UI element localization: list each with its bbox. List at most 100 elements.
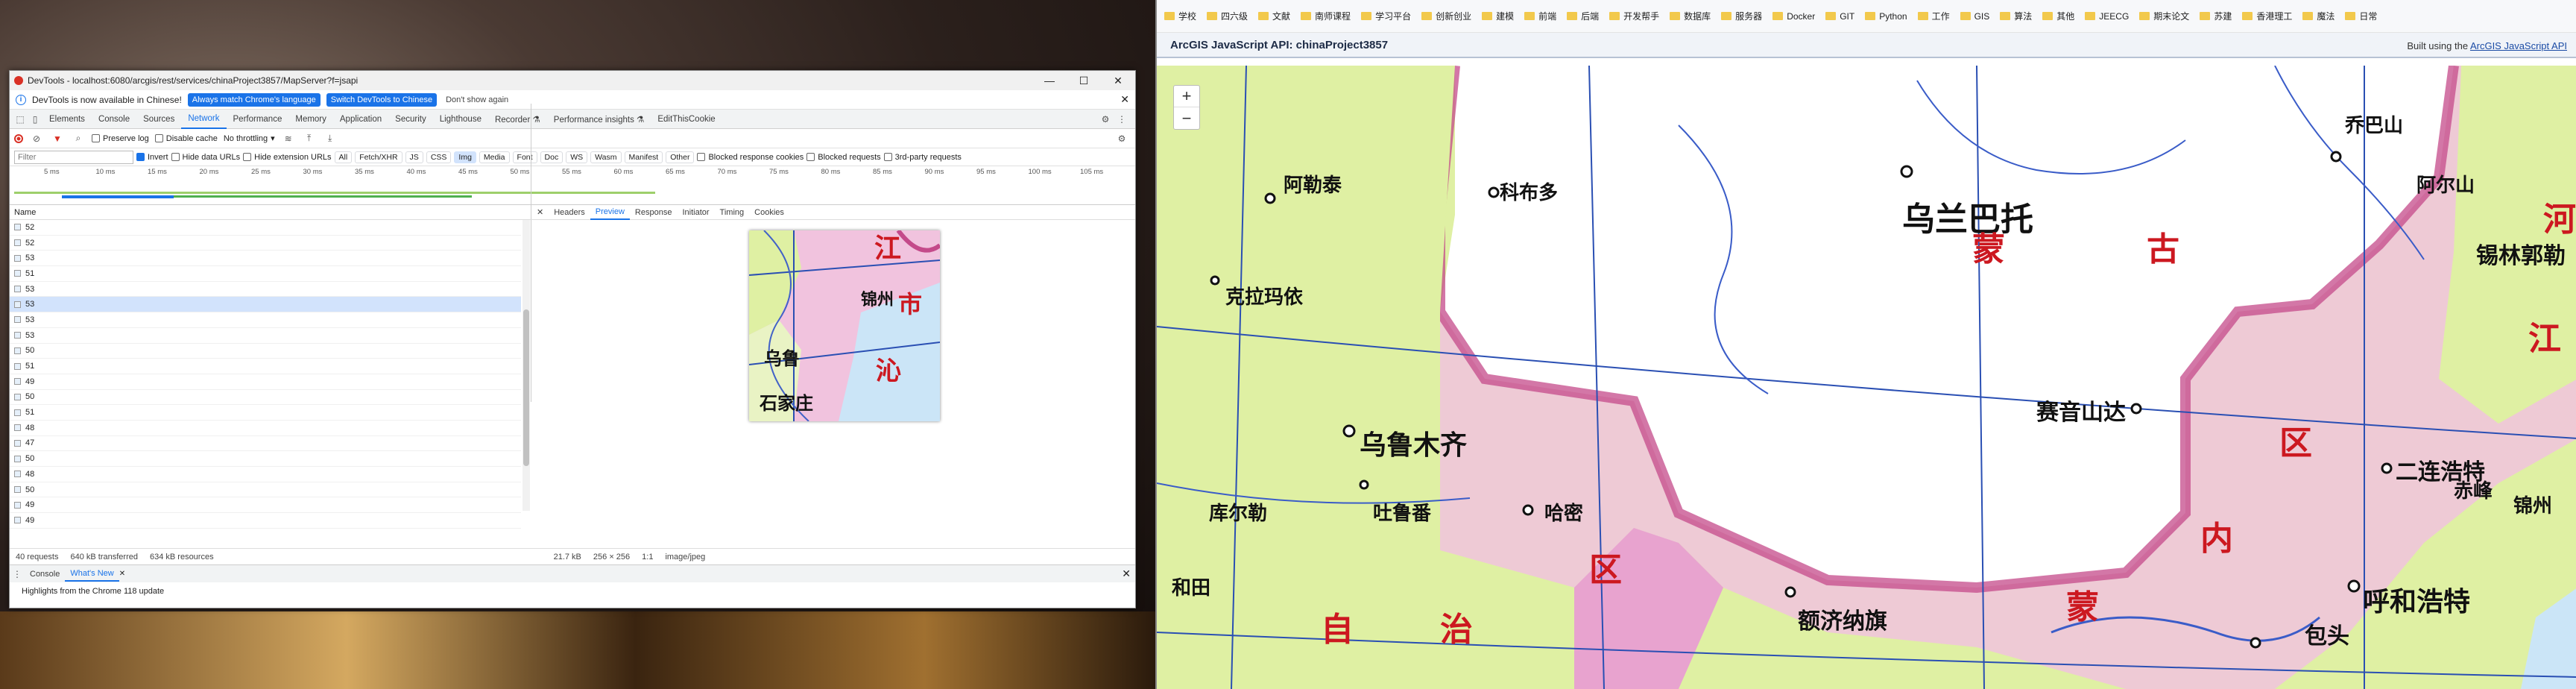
app-header: ArcGIS JavaScript API: chinaProject3857 … (1157, 33, 2576, 58)
preview-label: 沁 (876, 357, 901, 386)
detail-tab-response[interactable]: Response (630, 205, 678, 220)
request-row[interactable]: 53 (10, 297, 521, 313)
drawer-menu-icon[interactable]: ⋮ (10, 567, 25, 582)
map-label: 库尔勒 (1209, 503, 1268, 525)
request-row[interactable]: 49 (10, 513, 521, 529)
request-row[interactable]: 50 (10, 482, 521, 498)
bookmark-folder[interactable]: 期末论文 (2139, 10, 2189, 22)
bookmark-folder[interactable]: 创新创业 (1421, 10, 1471, 22)
request-row[interactable]: 48 (10, 467, 521, 482)
detail-tab-timing[interactable]: Timing (715, 205, 750, 220)
request-name: 50 (25, 454, 35, 464)
request-row[interactable]: 53 (10, 312, 521, 328)
scroll-thumb[interactable] (523, 309, 529, 466)
maximize-icon[interactable]: ☐ (1067, 71, 1101, 90)
detail-tab-preview[interactable]: Preview (590, 205, 630, 220)
detail-tab-initiator[interactable]: Initiator (677, 205, 714, 220)
image-file-icon (14, 439, 21, 447)
map-view[interactable]: 阿勒泰 科布多 乌兰巴托 乔巴山 阿尔山 克拉玛依 乌鲁木齐 吐鲁番 哈密 库尔… (1157, 66, 2576, 689)
bookmark-folder[interactable]: 四六级 (1207, 10, 1248, 22)
request-row[interactable]: 51 (10, 266, 521, 282)
bookmark-folder[interactable]: 数据库 (1670, 10, 1711, 22)
folder-icon (1609, 12, 1620, 20)
bookmark-folder[interactable]: 学校 (1164, 10, 1196, 22)
bookmark-folder[interactable]: 开发帮手 (1609, 10, 1659, 22)
bookmark-folder[interactable]: 工作 (1917, 10, 1950, 22)
close-drawer-icon[interactable]: ✕ (1122, 567, 1131, 580)
folder-icon (1164, 12, 1175, 20)
request-name: 50 (25, 485, 35, 494)
image-mime: image/jpeg (665, 552, 706, 561)
request-row[interactable]: 51 (10, 405, 521, 421)
folder-icon (1772, 12, 1784, 20)
zoom-control: + − (1173, 85, 1200, 130)
zoom-out-button[interactable]: − (1174, 107, 1199, 129)
bookmark-folder[interactable]: 苏建 (2200, 10, 2232, 22)
map-region-label: 治 (1440, 611, 1473, 649)
image-file-icon (14, 362, 21, 370)
bookmark-folder[interactable]: 文献 (1258, 10, 1290, 22)
request-list-scrollbar[interactable] (523, 220, 530, 511)
bookmark-folder[interactable]: 日常 (2345, 10, 2377, 22)
bookmark-folder[interactable]: 学习平台 (1361, 10, 1411, 22)
image-file-icon (14, 254, 21, 262)
close-detail-icon[interactable]: ✕ (531, 205, 549, 220)
request-name: 52 (25, 238, 35, 248)
map-region-label: 区 (1589, 551, 1622, 589)
arcgis-api-link[interactable]: ArcGIS JavaScript API (2470, 40, 2567, 51)
bookmark-folder[interactable]: GIS (1960, 11, 1989, 22)
bookmark-folder[interactable]: 前端 (1524, 10, 1556, 22)
detail-tab-cookies[interactable]: Cookies (749, 205, 789, 220)
request-row[interactable]: 49 (10, 497, 521, 514)
drawer-tab-console[interactable]: Console (25, 567, 65, 582)
request-name: 51 (25, 408, 35, 418)
folder-icon (1825, 12, 1837, 20)
devtools-titlebar[interactable]: DevTools - localhost:6080/arcgis/rest/se… (10, 71, 1135, 90)
request-row[interactable]: 53 (10, 251, 521, 267)
browser-window: 学校 四六级 文献 南师课程 学习平台 创新创业 建模 前端 后端 开发帮手 数据库 服务器 Docke… (1155, 0, 2576, 689)
bookmark-folder[interactable]: Docker (1772, 11, 1815, 22)
request-name: 53 (25, 330, 35, 340)
bookmark-folder[interactable]: 南师课程 (1301, 10, 1351, 22)
request-row[interactable]: 52 (10, 236, 521, 251)
name-column-header[interactable]: Name (10, 205, 531, 220)
request-row[interactable]: 53 (10, 328, 521, 344)
folder-icon (1524, 12, 1535, 20)
bookmark-folder[interactable]: 服务器 (1721, 10, 1762, 22)
whatsnew-message: Highlights from the Chrome 118 update (22, 587, 165, 596)
request-row[interactable]: 48 (10, 421, 521, 436)
zoom-in-button[interactable]: + (1174, 86, 1199, 108)
request-row[interactable]: 47 (10, 436, 521, 452)
request-name: 53 (25, 300, 35, 309)
bookmark-folder[interactable]: 香港理工 (2242, 10, 2292, 22)
bookmark-folder[interactable]: 其他 (2042, 10, 2074, 22)
request-row[interactable]: 51 (10, 359, 521, 374)
bookmark-folder[interactable]: JEECG (2085, 11, 2129, 22)
image-file-icon (14, 409, 21, 416)
request-row[interactable]: 50 (10, 451, 521, 467)
close-whatsnew-icon[interactable]: ✕ (119, 570, 125, 578)
built-using-text: Built using the ArcGIS JavaScript API (2407, 40, 2567, 51)
request-row[interactable]: 50 (10, 344, 521, 359)
map-region-label: 古 (2147, 230, 2179, 268)
detail-tab-headers[interactable]: Headers (549, 205, 590, 220)
minimize-icon[interactable]: — (1032, 71, 1067, 90)
request-name: 53 (25, 315, 35, 324)
bookmark-folder[interactable]: 后端 (1567, 10, 1599, 22)
preview-label: 石家庄 (759, 393, 813, 414)
map-label: 和田 (1172, 577, 1211, 600)
request-row[interactable]: 49 (10, 374, 521, 390)
drawer-tab-whatsnew[interactable]: What's New (65, 567, 119, 582)
image-file-icon (14, 270, 21, 277)
request-row[interactable]: 50 (10, 390, 521, 406)
bookmark-folder[interactable]: 建模 (1482, 10, 1514, 22)
map-region-label: 蒙 (1972, 230, 2005, 268)
request-row[interactable]: 52 (10, 220, 521, 236)
bookmark-folder[interactable]: GIT (1825, 11, 1854, 22)
close-window-icon[interactable]: ✕ (1101, 71, 1135, 90)
bookmark-folder[interactable]: 魔法 (2302, 10, 2334, 22)
request-row[interactable]: 53 (10, 282, 521, 298)
bookmark-folder[interactable]: Python (1865, 11, 1907, 22)
bookmark-label: GIT (1840, 10, 1855, 22)
bookmark-folder[interactable]: 算法 (2000, 10, 2032, 22)
